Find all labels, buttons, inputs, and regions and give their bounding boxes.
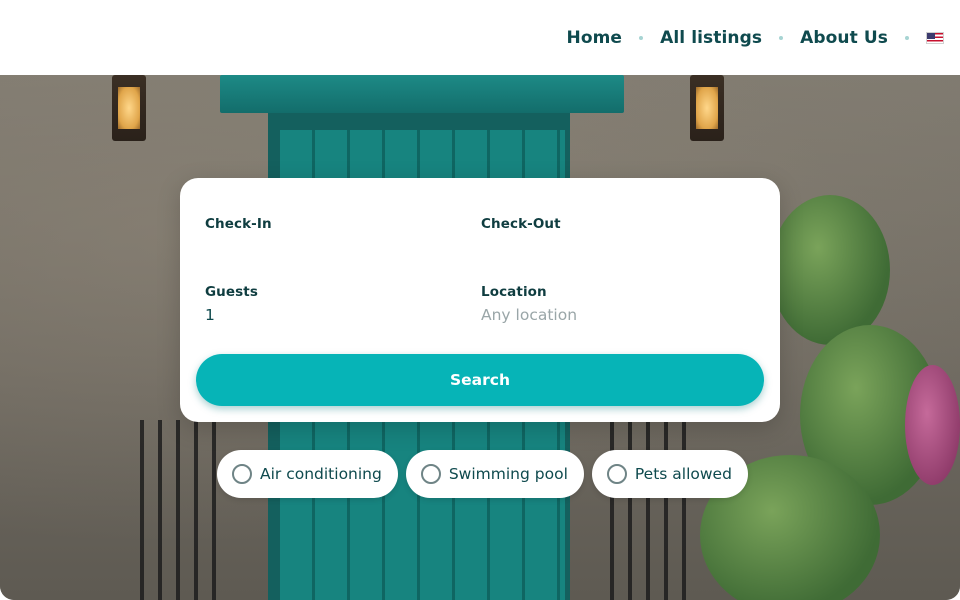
wall-lantern-left <box>112 75 146 141</box>
iron-railing-right <box>610 420 700 600</box>
iron-railing-left <box>140 420 230 600</box>
amenity-label: Swimming pool <box>448 465 568 483</box>
radio-unchecked-icon[interactable] <box>420 464 441 484</box>
checkout-input[interactable] <box>481 236 721 258</box>
amenity-label: Pets allowed <box>634 465 732 483</box>
search-card: Check-In Check-Out Guests Location Searc… <box>180 178 780 422</box>
nav-separator <box>905 35 909 40</box>
checkout-label: Check-Out <box>481 216 561 232</box>
location-label: Location <box>481 284 547 300</box>
search-button[interactable]: Search <box>196 354 764 406</box>
amenity-chip-pets-allowed[interactable]: Pets allowed <box>591 450 748 498</box>
flowering-cactus <box>905 365 960 485</box>
checkout-field[interactable]: Check-Out <box>481 216 741 258</box>
door-lintel <box>220 75 624 113</box>
guests-field[interactable]: Guests <box>205 284 465 326</box>
main-nav: Home All listings About Us <box>567 0 944 75</box>
amenity-filters: Air conditioning Swimming pool Pets allo… <box>217 450 748 498</box>
nav-separator <box>779 35 784 40</box>
guests-input[interactable] <box>205 304 445 326</box>
checkin-field[interactable]: Check-In <box>205 216 465 258</box>
nav-separator <box>639 35 644 40</box>
checkin-input[interactable] <box>205 236 445 258</box>
nav-about-us-link[interactable]: About Us <box>800 28 888 48</box>
radio-unchecked-icon[interactable] <box>606 464 627 484</box>
amenity-chip-air-conditioning[interactable]: Air conditioning <box>217 450 398 498</box>
radio-unchecked-icon[interactable] <box>232 464 252 484</box>
flag-canton <box>927 32 935 39</box>
checkin-label: Check-In <box>205 216 272 232</box>
location-field[interactable]: Location <box>481 284 741 326</box>
cactus-plant <box>770 195 890 345</box>
nav-all-listings-link[interactable]: All listings <box>660 28 762 48</box>
amenity-chip-swimming-pool[interactable]: Swimming pool <box>405 450 584 498</box>
guests-label: Guests <box>205 284 258 300</box>
amenity-label: Air conditioning <box>260 465 382 483</box>
site-header: Home All listings About Us <box>0 0 960 75</box>
location-input[interactable] <box>481 304 721 326</box>
nav-home-link[interactable]: Home <box>567 28 623 48</box>
wall-lantern-right <box>690 75 724 141</box>
us-flag-icon[interactable] <box>926 31 944 44</box>
